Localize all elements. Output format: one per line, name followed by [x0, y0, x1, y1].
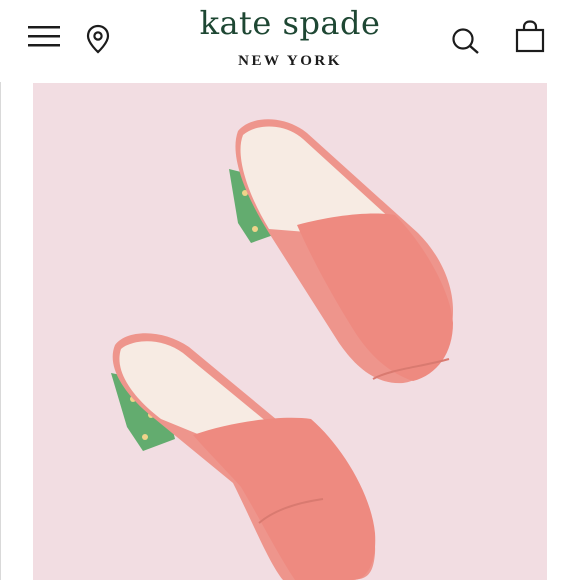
site-header: kate spade NEW YORK	[0, 0, 580, 82]
brand-logo-title[interactable]: kate spade	[0, 4, 580, 42]
search-button[interactable]	[450, 26, 482, 56]
slide-sandal-image	[33, 83, 547, 580]
shopping-bag-button[interactable]	[514, 20, 546, 54]
search-icon	[452, 28, 479, 54]
page-edge-rule	[0, 0, 1, 580]
brand-logo-subtitle: NEW YORK	[238, 53, 342, 69]
product-hero-image[interactable]	[33, 83, 547, 580]
shopping-bag-icon	[515, 20, 545, 53]
